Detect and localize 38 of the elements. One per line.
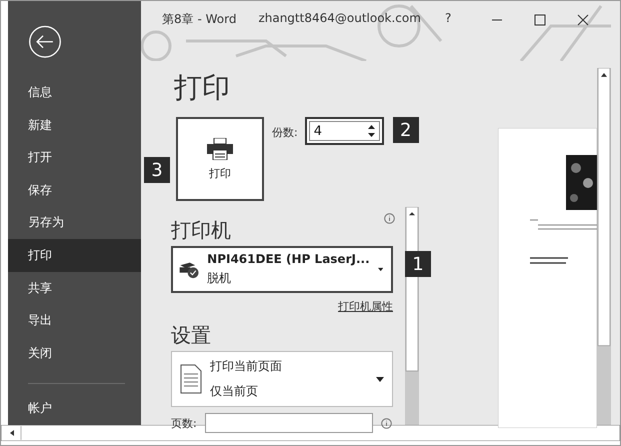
caret-icon xyxy=(378,267,383,272)
account-email: zhangtt8464@outlook.com xyxy=(258,11,421,25)
document-icon xyxy=(180,364,202,394)
print-button[interactable]: 打印 xyxy=(176,117,264,201)
copies-label: 份数: xyxy=(272,125,298,140)
sidebar-item[interactable]: 帐户 xyxy=(8,392,141,425)
callout-badge: 2 xyxy=(392,117,419,143)
sidebar-item[interactable]: 共享 xyxy=(8,272,141,304)
callout-badge: 3 xyxy=(144,157,170,183)
scrollbar[interactable] xyxy=(597,68,611,425)
caret-icon xyxy=(376,376,384,382)
sidebar-item[interactable]: 另存为 xyxy=(8,206,141,240)
pages-label: 页数: xyxy=(171,416,197,430)
info-icon xyxy=(384,213,395,224)
page-heading: 打印 xyxy=(174,70,231,106)
sidebar-item[interactable]: 关闭 xyxy=(8,336,141,370)
back-icon[interactable] xyxy=(28,25,62,59)
window-title: 第8章 - Word xyxy=(162,11,236,28)
spinner-arrows-icon[interactable] xyxy=(368,124,375,138)
sidebar-item[interactable]: 信息 xyxy=(8,76,141,110)
sidebar-item[interactable]: 打印 xyxy=(8,239,141,272)
close-icon[interactable] xyxy=(577,14,590,26)
sidebar-item[interactable]: 打开 xyxy=(8,142,141,174)
copies-field[interactable]: 4 xyxy=(304,117,384,145)
info-icon xyxy=(380,418,392,428)
section-heading: 设置 xyxy=(171,322,212,349)
sidebar-item[interactable]: 新建 xyxy=(8,109,141,142)
print-range-dropdown[interactable]: 打印当前页面 仅当前页 xyxy=(171,351,393,407)
callout-badge: 1 xyxy=(405,251,431,277)
printer-dropdown[interactable]: NPI461DEE (HP LaserJ... 脱机 xyxy=(171,246,393,293)
pages-field[interactable] xyxy=(204,413,373,433)
printer-properties-link[interactable]: 打印机属性 xyxy=(338,299,393,314)
section-heading: 打印机 xyxy=(171,217,231,244)
sidebar-item[interactable]: 保存 xyxy=(8,174,141,207)
help-button[interactable]: ? xyxy=(444,11,452,25)
sidebar-item[interactable]: 导出 xyxy=(8,304,141,337)
maximize-icon[interactable] xyxy=(534,14,546,26)
printer-icon xyxy=(207,138,233,160)
